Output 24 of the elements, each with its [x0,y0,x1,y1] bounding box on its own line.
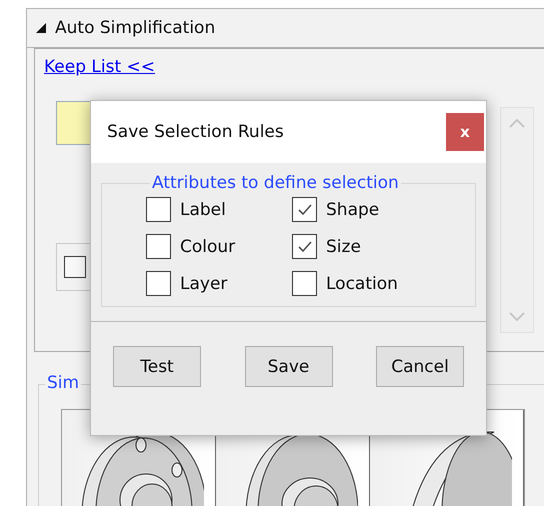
keep-list-link[interactable]: Keep List << [44,57,156,77]
collapse-triangle-icon[interactable] [35,22,47,34]
checkbox[interactable] [146,271,171,296]
dialog-button[interactable]: Save [244,346,332,387]
dialog-button[interactable]: Cancel [376,346,464,387]
group-legend: Attributes to define selection [150,173,401,193]
checkbox-label[interactable]: Label [180,200,226,220]
checkbox-label[interactable]: Colour [180,236,236,256]
panel-title: Auto Simplification [55,18,216,38]
dialog-button[interactable]: Test [113,346,201,387]
checkbox-label[interactable]: Layer [180,274,228,294]
checkbox[interactable] [292,197,317,222]
checkbox[interactable] [292,271,317,296]
checkbox[interactable] [64,256,86,278]
checkmark-icon [296,202,312,216]
checkbox-label[interactable]: Size [326,236,361,256]
checkbox[interactable] [146,197,171,222]
checkbox[interactable] [146,234,171,259]
checkbox-label[interactable]: Location [326,274,398,294]
close-button[interactable]: x [446,113,484,151]
checkbox[interactable] [292,234,317,259]
checkbox-label[interactable]: Shape [326,200,380,220]
dialog-title: Save Selection Rules [107,122,284,142]
checkmark-icon [296,240,312,254]
